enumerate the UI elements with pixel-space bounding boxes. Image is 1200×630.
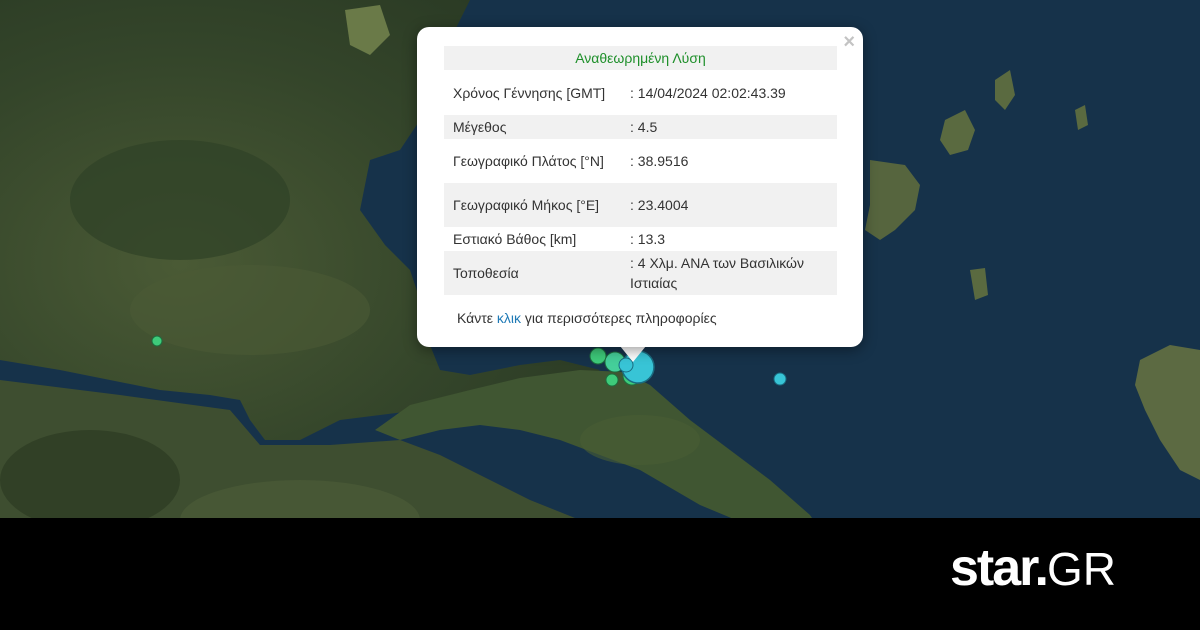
- quake-marker-east[interactable]: [773, 372, 787, 386]
- info-label: Μέγεθος: [444, 115, 622, 139]
- info-label: Τοποθεσία: [444, 251, 622, 295]
- info-row: Γεωγραφικό Πλάτος [°N] : 38.9516: [444, 139, 837, 183]
- more-info-text: Κάντε κλικ για περισσότερες πληροφορίες: [457, 310, 717, 326]
- earthquake-info-popup: × Αναθεωρημένη Λύση Χρόνος Γέννησης [GMT…: [417, 27, 863, 347]
- info-value: : 13.3: [630, 231, 666, 247]
- quake-marker-cluster[interactable]: [589, 347, 607, 365]
- info-row: Μέγεθος : 4.5: [444, 115, 837, 139]
- terrain-patch: [130, 265, 370, 355]
- more-prefix: Κάντε: [457, 310, 497, 326]
- info-table: Χρόνος Γέννησης [GMT] : 14/04/2024 02:02…: [444, 71, 837, 295]
- terrain-patch: [580, 415, 700, 465]
- info-label: Χρόνος Γέννησης [GMT]: [453, 85, 606, 101]
- more-info-link[interactable]: κλικ: [497, 310, 521, 326]
- info-value: : 4 Χλμ. ΑΝΑ των Βασιλικών Ιστιαίας: [622, 251, 837, 295]
- info-value: : 4.5: [622, 115, 837, 139]
- logo-suffix: GR: [1046, 543, 1116, 595]
- info-label: Εστιακό Βάθος [km]: [453, 231, 577, 247]
- info-row: Γεωγραφικό Μήκος [°E] : 23.4004: [444, 183, 837, 227]
- info-value: : 23.4004: [622, 183, 837, 227]
- popup-title: Αναθεωρημένη Λύση: [444, 46, 837, 70]
- close-icon[interactable]: ×: [843, 31, 855, 53]
- quake-marker-cluster[interactable]: [605, 373, 619, 387]
- info-row: Τοποθεσία : 4 Χλμ. ΑΝΑ των Βασιλικών Ιστ…: [444, 251, 837, 295]
- more-suffix: για περισσότερες πληροφορίες: [521, 310, 717, 326]
- info-label: Γεωγραφικό Μήκος [°E]: [444, 183, 622, 227]
- info-row: Χρόνος Γέννησης [GMT] : 14/04/2024 02:02…: [444, 71, 837, 115]
- logo-dot: .: [1034, 539, 1050, 597]
- terrain-patch: [70, 140, 290, 260]
- info-value: : 38.9516: [630, 153, 689, 169]
- popup-pointer: [620, 346, 646, 362]
- info-label: Γεωγραφικό Πλάτος [°N]: [453, 153, 604, 169]
- info-row: Εστιακό Βάθος [km] : 13.3: [444, 227, 837, 251]
- star-gr-logo: star.GR: [950, 538, 1116, 599]
- logo-main: star: [950, 539, 1037, 597]
- info-value: : 14/04/2024 02:02:43.39: [630, 85, 786, 101]
- quake-marker-west[interactable]: [151, 335, 163, 347]
- terrain-patch: [0, 430, 180, 530]
